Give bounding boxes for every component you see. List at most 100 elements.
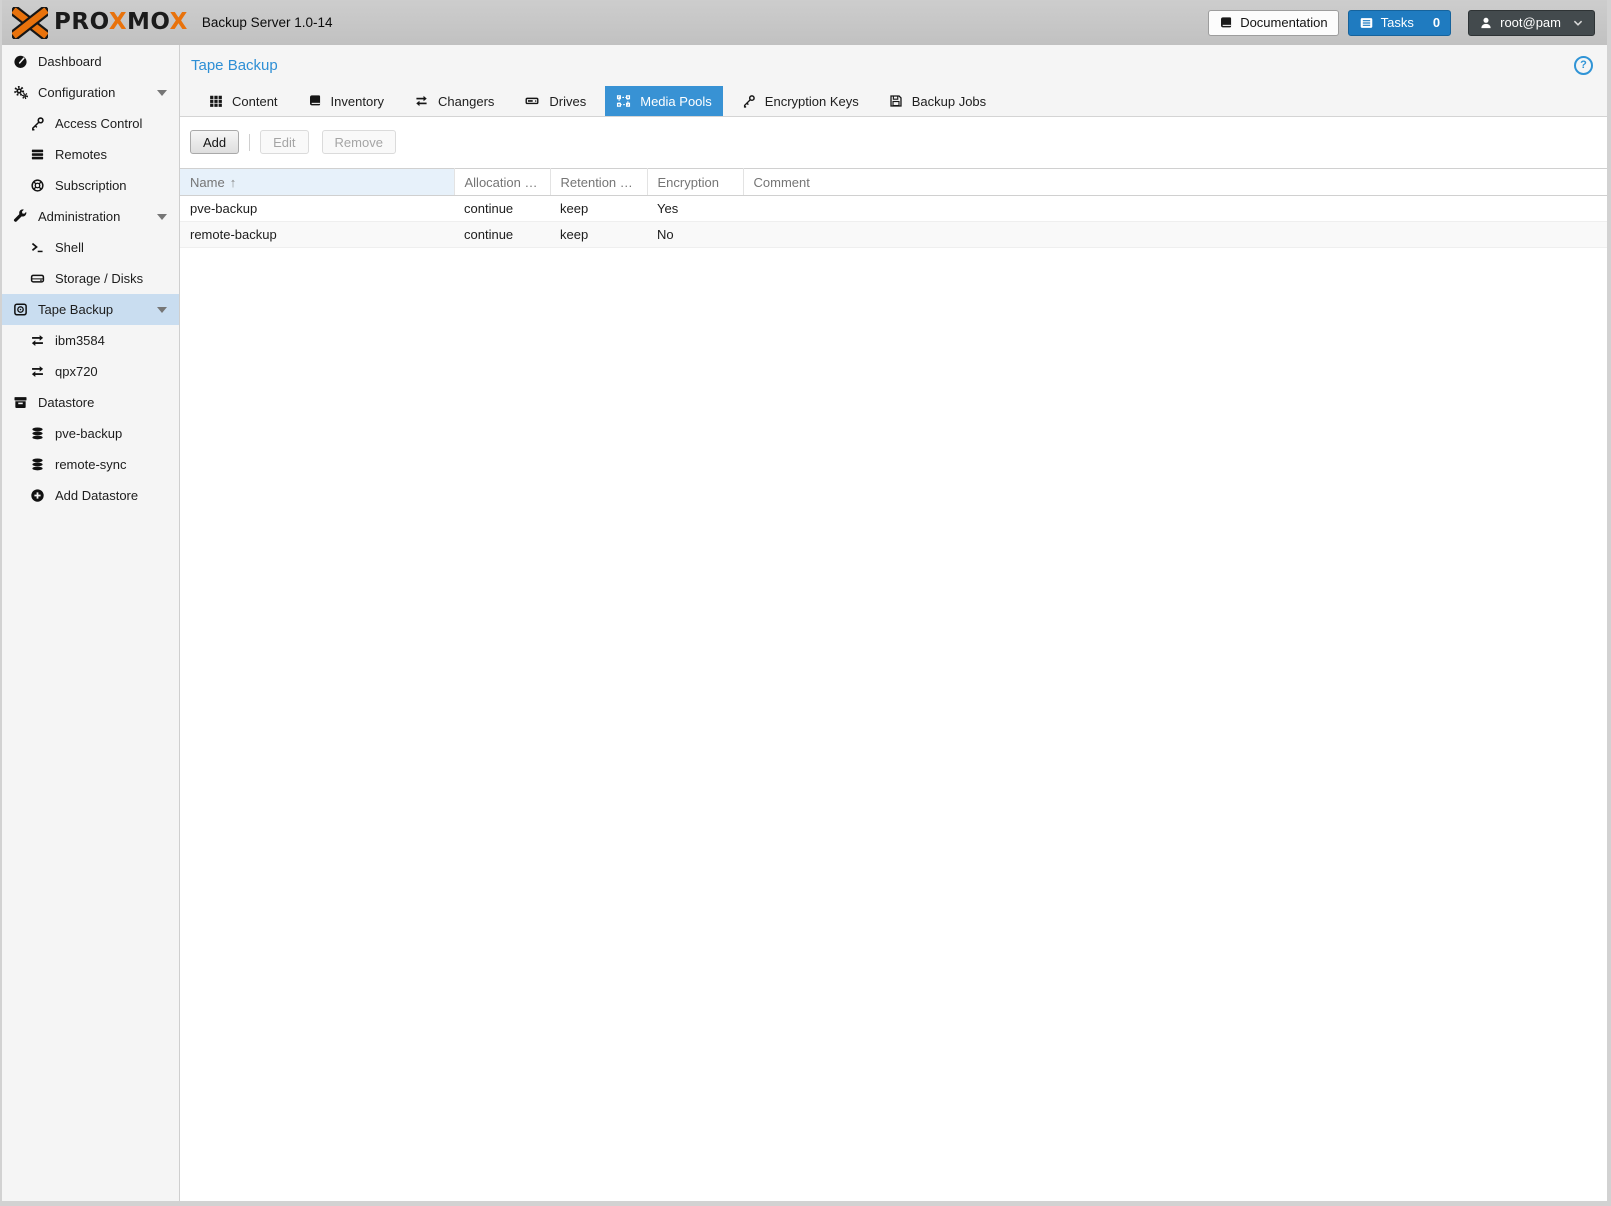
sidebar-item-access-control[interactable]: Access Control bbox=[2, 108, 179, 139]
sidebar-item-label: Dashboard bbox=[38, 54, 102, 69]
sidebar-item-tape-backup[interactable]: Tape Backup bbox=[2, 294, 179, 325]
database-icon bbox=[29, 426, 46, 442]
toolbar-separator bbox=[249, 134, 250, 151]
sidebar-item-label: ibm3584 bbox=[55, 333, 105, 348]
life-ring-icon bbox=[29, 178, 46, 194]
sidebar-nav: Dashboard Configuration bbox=[2, 45, 180, 1201]
tape-icon bbox=[12, 302, 29, 318]
col-header-label: Retention … bbox=[561, 175, 633, 190]
tab-encryption-keys[interactable]: Encryption Keys bbox=[731, 86, 870, 116]
sidebar-item-label: Configuration bbox=[38, 85, 115, 100]
sidebar-item-administration[interactable]: Administration bbox=[2, 201, 179, 232]
sidebar-item-configuration[interactable]: Configuration bbox=[2, 77, 179, 108]
user-label: root@pam bbox=[1500, 15, 1561, 30]
exchange-icon bbox=[29, 364, 46, 380]
sidebar-item-label: Storage / Disks bbox=[55, 271, 143, 286]
cell-name: remote-backup bbox=[180, 222, 454, 248]
sidebar-item-label: Shell bbox=[55, 240, 84, 255]
hdd-icon bbox=[29, 271, 46, 287]
tab-drives[interactable]: Drives bbox=[513, 86, 597, 116]
tab-label: Content bbox=[232, 94, 278, 109]
tab-label: Changers bbox=[438, 94, 494, 109]
table-row[interactable]: pve-backup continue keep Yes bbox=[180, 196, 1607, 222]
top-header: PROXMOX Backup Server 1.0-14 Documentati… bbox=[2, 0, 1607, 45]
database-icon bbox=[29, 457, 46, 473]
collapse-caret-icon[interactable] bbox=[157, 307, 167, 313]
col-header-encryption[interactable]: Encryption bbox=[647, 169, 743, 196]
table-header-row: Name↑ Allocation … Retention … Encryptio… bbox=[180, 169, 1607, 196]
collapse-caret-icon[interactable] bbox=[157, 90, 167, 96]
col-header-label: Allocation … bbox=[465, 175, 538, 190]
sidebar-item-datastore[interactable]: Datastore bbox=[2, 387, 179, 418]
save-icon bbox=[889, 94, 903, 108]
sidebar-item-label: Remotes bbox=[55, 147, 107, 162]
cell-allocation: continue bbox=[454, 222, 550, 248]
tab-inventory[interactable]: Inventory bbox=[297, 86, 395, 116]
tab-media-pools[interactable]: Media Pools bbox=[605, 86, 723, 116]
sidebar-item-ibm3584[interactable]: ibm3584 bbox=[2, 325, 179, 356]
content-header: Tape Backup ? Content bbox=[180, 45, 1607, 117]
help-icon[interactable]: ? bbox=[1574, 56, 1593, 75]
wordmark-seg: MO bbox=[127, 9, 170, 35]
exchange-icon bbox=[414, 94, 429, 108]
sidebar-item-subscription[interactable]: Subscription bbox=[2, 170, 179, 201]
cell-encryption: No bbox=[647, 222, 743, 248]
exchange-icon bbox=[29, 333, 46, 349]
book-icon bbox=[308, 94, 322, 108]
cell-retention: keep bbox=[550, 196, 647, 222]
add-button[interactable]: Add bbox=[190, 130, 239, 154]
sidebar-item-label: Datastore bbox=[38, 395, 94, 410]
wordmark-seg: X bbox=[170, 9, 188, 35]
sidebar-item-label: remote-sync bbox=[55, 457, 127, 472]
proxmox-wordmark: PROXMOX bbox=[54, 11, 188, 34]
edit-button[interactable]: Edit bbox=[260, 130, 308, 154]
sidebar-item-shell[interactable]: Shell bbox=[2, 232, 179, 263]
col-header-retention[interactable]: Retention … bbox=[550, 169, 647, 196]
sidebar-item-remote-sync[interactable]: remote-sync bbox=[2, 449, 179, 480]
wordmark-seg: X bbox=[109, 9, 127, 35]
tab-label: Inventory bbox=[331, 94, 384, 109]
col-header-allocation[interactable]: Allocation … bbox=[454, 169, 550, 196]
wordmark-seg: PRO bbox=[54, 9, 109, 35]
sidebar-item-label: pve-backup bbox=[55, 426, 122, 441]
tachometer-icon bbox=[12, 54, 29, 70]
book-icon bbox=[1219, 16, 1233, 30]
sidebar-item-dashboard[interactable]: Dashboard bbox=[2, 46, 179, 77]
col-header-comment[interactable]: Comment bbox=[743, 169, 1607, 196]
remove-button[interactable]: Remove bbox=[322, 130, 396, 154]
terminal-icon bbox=[29, 240, 46, 256]
page-title: Tape Backup bbox=[191, 57, 278, 74]
media-pools-table: Name↑ Allocation … Retention … Encryptio… bbox=[180, 168, 1607, 248]
col-header-label: Encryption bbox=[658, 175, 719, 190]
table-row[interactable]: remote-backup continue keep No bbox=[180, 222, 1607, 248]
collapse-caret-icon[interactable] bbox=[157, 214, 167, 220]
grid-toolbar: Add Edit Remove bbox=[180, 117, 1607, 161]
user-icon bbox=[1479, 16, 1493, 30]
documentation-button[interactable]: Documentation bbox=[1208, 10, 1338, 36]
tab-content[interactable]: Content bbox=[198, 86, 289, 116]
tab-label: Encryption Keys bbox=[765, 94, 859, 109]
tab-bar: Content Inventory bbox=[180, 83, 1607, 116]
sidebar-item-label: qpx720 bbox=[55, 364, 98, 379]
sidebar-item-storage-disks[interactable]: Storage / Disks bbox=[2, 263, 179, 294]
sidebar-item-label: Add Datastore bbox=[55, 488, 138, 503]
tab-changers[interactable]: Changers bbox=[403, 86, 505, 116]
sidebar-item-add-datastore[interactable]: Add Datastore bbox=[2, 480, 179, 511]
sort-asc-icon: ↑ bbox=[230, 175, 237, 190]
cell-name: pve-backup bbox=[180, 196, 454, 222]
archive-icon bbox=[12, 395, 29, 411]
col-header-name[interactable]: Name↑ bbox=[180, 169, 454, 196]
sidebar-item-remotes[interactable]: Remotes bbox=[2, 139, 179, 170]
sidebar-item-pve-backup[interactable]: pve-backup bbox=[2, 418, 179, 449]
cell-comment bbox=[743, 222, 1607, 248]
cell-comment bbox=[743, 196, 1607, 222]
tasks-button[interactable]: Tasks 0 bbox=[1348, 10, 1451, 36]
col-header-label: Comment bbox=[754, 175, 810, 190]
proxmox-logo: PROXMOX bbox=[12, 7, 188, 39]
tab-backup-jobs[interactable]: Backup Jobs bbox=[878, 86, 997, 116]
grid-icon bbox=[209, 94, 223, 108]
sidebar-item-qpx720[interactable]: qpx720 bbox=[2, 356, 179, 387]
documentation-label: Documentation bbox=[1240, 15, 1327, 30]
sidebar-item-label: Access Control bbox=[55, 116, 142, 131]
user-menu-button[interactable]: root@pam bbox=[1468, 10, 1595, 36]
